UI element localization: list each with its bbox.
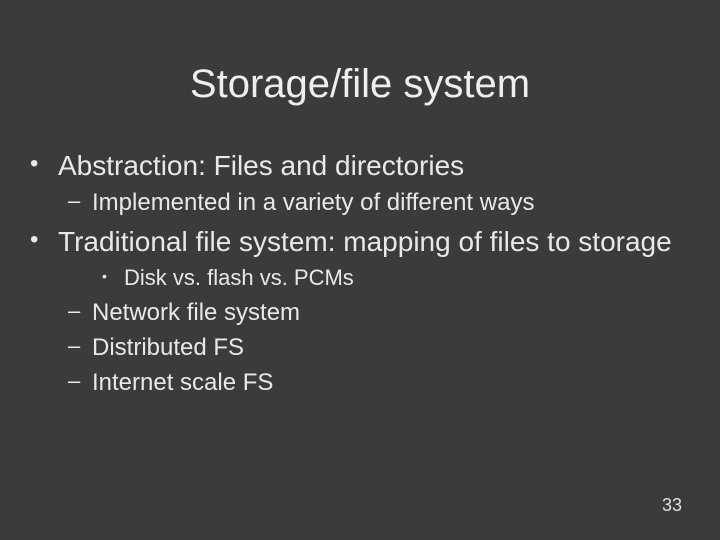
dash-bullet-icon: – [68,297,92,326]
bullet-level1: • Abstraction: Files and directories [30,148,680,183]
bullet-level1: • Traditional file system: mapping of fi… [30,224,680,259]
bullet-level2: – Internet scale FS [68,367,680,398]
dash-bullet-icon: – [68,332,92,361]
page-number: 33 [662,495,682,516]
bullet-level3: • Disk vs. flash vs. PCMs [102,263,680,293]
bullet-level2: – Distributed FS [68,332,680,363]
dash-bullet-icon: – [68,187,92,216]
bullet-text: Implemented in a variety of different wa… [92,187,680,218]
slide-title: Storage/file system [0,62,720,107]
bullet-text: Network file system [92,297,680,328]
small-disc-bullet-icon: • [102,263,124,290]
bullet-text: Distributed FS [92,332,680,363]
bullet-level2: – Implemented in a variety of different … [68,187,680,218]
dash-bullet-icon: – [68,367,92,396]
bullet-level2: – Network file system [68,297,680,328]
bullet-text: Traditional file system: mapping of file… [58,224,680,259]
bullet-text: Disk vs. flash vs. PCMs [124,263,680,293]
slide: Storage/file system • Abstraction: Files… [0,0,720,540]
bullet-text: Abstraction: Files and directories [58,148,680,183]
slide-body: • Abstraction: Files and directories – I… [30,148,680,402]
disc-bullet-icon: • [30,148,58,179]
disc-bullet-icon: • [30,224,58,255]
bullet-text: Internet scale FS [92,367,680,398]
